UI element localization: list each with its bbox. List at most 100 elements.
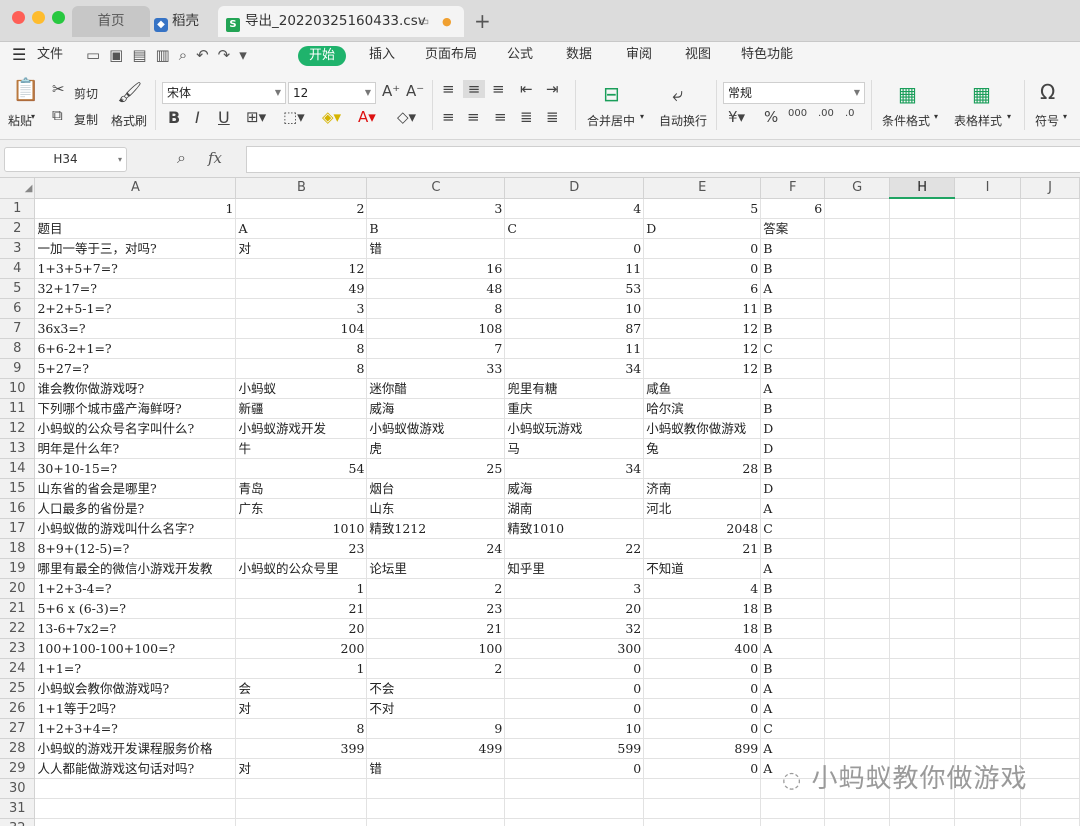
cell-c11[interactable]: 威海	[366, 398, 506, 419]
cell-c7[interactable]: 108	[366, 318, 506, 339]
cell-a8[interactable]: 6+6-2+1=?	[34, 338, 237, 359]
cell-e10[interactable]: 咸鱼	[643, 378, 762, 399]
cell-i19[interactable]	[954, 558, 1021, 579]
cell-a2[interactable]: 题目	[34, 218, 237, 239]
cell-f8[interactable]: C	[760, 338, 826, 359]
cell-f31[interactable]	[760, 798, 826, 819]
cell-e30[interactable]	[643, 778, 762, 799]
cell-i10[interactable]	[954, 378, 1021, 399]
cell-b12[interactable]: 小蚂蚁游戏开发	[235, 418, 368, 439]
cell-c22[interactable]: 21	[366, 618, 506, 639]
cell-d31[interactable]	[504, 798, 645, 819]
cell-c12[interactable]: 小蚂蚁做游戏	[366, 418, 506, 439]
percent-icon[interactable]: %	[764, 108, 778, 126]
row-header[interactable]: 26	[0, 698, 36, 719]
cell-a24[interactable]: 1+1=?	[34, 658, 237, 679]
cell-d29[interactable]: 0	[504, 758, 645, 779]
cell-j32[interactable]	[1020, 818, 1080, 826]
cell-b4[interactable]: 12	[235, 258, 368, 279]
zoom-window-button[interactable]	[52, 11, 65, 24]
cell-e24[interactable]: 0	[643, 658, 762, 679]
cell-i18[interactable]	[954, 538, 1021, 559]
cell-g9[interactable]	[824, 358, 891, 379]
cell-e4[interactable]: 0	[643, 258, 762, 279]
number-format-select[interactable]: 常规 ▼	[723, 82, 865, 104]
conditional-format-dropdown-icon[interactable]: ▾	[934, 112, 938, 121]
cell-e1[interactable]: 5	[643, 198, 762, 219]
row-header[interactable]: 9	[0, 358, 36, 379]
cell-b3[interactable]: 对	[235, 238, 368, 259]
row-header[interactable]: 7	[0, 318, 36, 339]
currency-icon[interactable]: ¥▾	[728, 108, 745, 126]
cell-c30[interactable]	[366, 778, 506, 799]
cut-button[interactable]: 剪切	[74, 85, 98, 102]
cell-g31[interactable]	[824, 798, 891, 819]
row-header[interactable]: 21	[0, 598, 36, 619]
cell-a22[interactable]: 13-6+7x2=?	[34, 618, 237, 639]
cell-h27[interactable]	[889, 718, 956, 739]
cell-a21[interactable]: 5+6 x (6-3)=?	[34, 598, 237, 619]
cell-h21[interactable]	[889, 598, 956, 619]
cell-c5[interactable]: 48	[366, 278, 506, 299]
cell-h15[interactable]	[889, 478, 956, 499]
cell-g28[interactable]	[824, 738, 891, 759]
tab-document[interactable]: S 导出_20220325160433.csv ▭ ●	[218, 6, 464, 37]
cell-d25[interactable]: 0	[504, 678, 645, 699]
cell-d4[interactable]: 11	[504, 258, 645, 279]
cell-j2[interactable]	[1020, 218, 1080, 239]
cell-b28[interactable]: 399	[235, 738, 368, 759]
column-header-b[interactable]: B	[235, 178, 368, 199]
cell-i27[interactable]	[954, 718, 1021, 739]
cell-d21[interactable]: 20	[504, 598, 645, 619]
cell-g6[interactable]	[824, 298, 891, 319]
cell-a1[interactable]: 1	[34, 198, 237, 219]
column-header-i[interactable]: I	[954, 178, 1021, 199]
font-color-icon[interactable]: A▾	[358, 108, 376, 126]
cell-b19[interactable]: 小蚂蚁的公众号里	[235, 558, 368, 579]
row-header[interactable]: 13	[0, 438, 36, 459]
cell-g24[interactable]	[824, 658, 891, 679]
cell-j26[interactable]	[1020, 698, 1080, 719]
format-painter-button[interactable]: 格式刷	[111, 112, 147, 129]
cell-j15[interactable]	[1020, 478, 1080, 499]
cell-b2[interactable]: A	[235, 218, 368, 239]
paste-dropdown-icon[interactable]: ▾	[31, 112, 35, 121]
cell-e15[interactable]: 济南	[643, 478, 762, 499]
cell-e2[interactable]: D	[643, 218, 762, 239]
cell-c28[interactable]: 499	[366, 738, 506, 759]
cell-a17[interactable]: 小蚂蚁做的游戏叫什么名字?	[34, 518, 237, 539]
cell-i17[interactable]	[954, 518, 1021, 539]
cell-d26[interactable]: 0	[504, 698, 645, 719]
cell-a14[interactable]: 30+10-15=?	[34, 458, 237, 479]
cell-f1[interactable]: 6	[760, 198, 826, 219]
conditional-format-button[interactable]: 条件格式	[882, 112, 930, 129]
cell-f13[interactable]: D	[760, 438, 826, 459]
cell-h25[interactable]	[889, 678, 956, 699]
align-bottom-icon[interactable]: ≡	[492, 80, 505, 98]
row-header[interactable]: 28	[0, 738, 36, 759]
cell-i3[interactable]	[954, 238, 1021, 259]
cell-i21[interactable]	[954, 598, 1021, 619]
hamburger-menu-icon[interactable]: ☰	[12, 42, 26, 70]
cell-i31[interactable]	[954, 798, 1021, 819]
align-center-icon[interactable]: ≡	[467, 108, 480, 126]
cell-d13[interactable]: 马	[504, 438, 645, 459]
tab-docer[interactable]: ◆ 稻壳	[152, 6, 214, 37]
cell-f14[interactable]: B	[760, 458, 826, 479]
cell-e5[interactable]: 6	[643, 278, 762, 299]
cell-f25[interactable]: A	[760, 678, 826, 699]
cell-d5[interactable]: 53	[504, 278, 645, 299]
row-header[interactable]: 15	[0, 478, 36, 499]
cell-b8[interactable]: 8	[235, 338, 368, 359]
font-name-select[interactable]: 宋体 ▼	[162, 82, 286, 104]
cell-d1[interactable]: 4	[504, 198, 645, 219]
align-top-icon[interactable]: ≡	[442, 80, 455, 98]
decrease-decimal-icon[interactable]: .0	[845, 108, 855, 119]
cell-f15[interactable]: D	[760, 478, 826, 499]
row-header[interactable]: 12	[0, 418, 36, 439]
cell-i12[interactable]	[954, 418, 1021, 439]
cell-c4[interactable]: 16	[366, 258, 506, 279]
cell-g12[interactable]	[824, 418, 891, 439]
cell-h12[interactable]	[889, 418, 956, 439]
row-header[interactable]: 2	[0, 218, 36, 239]
